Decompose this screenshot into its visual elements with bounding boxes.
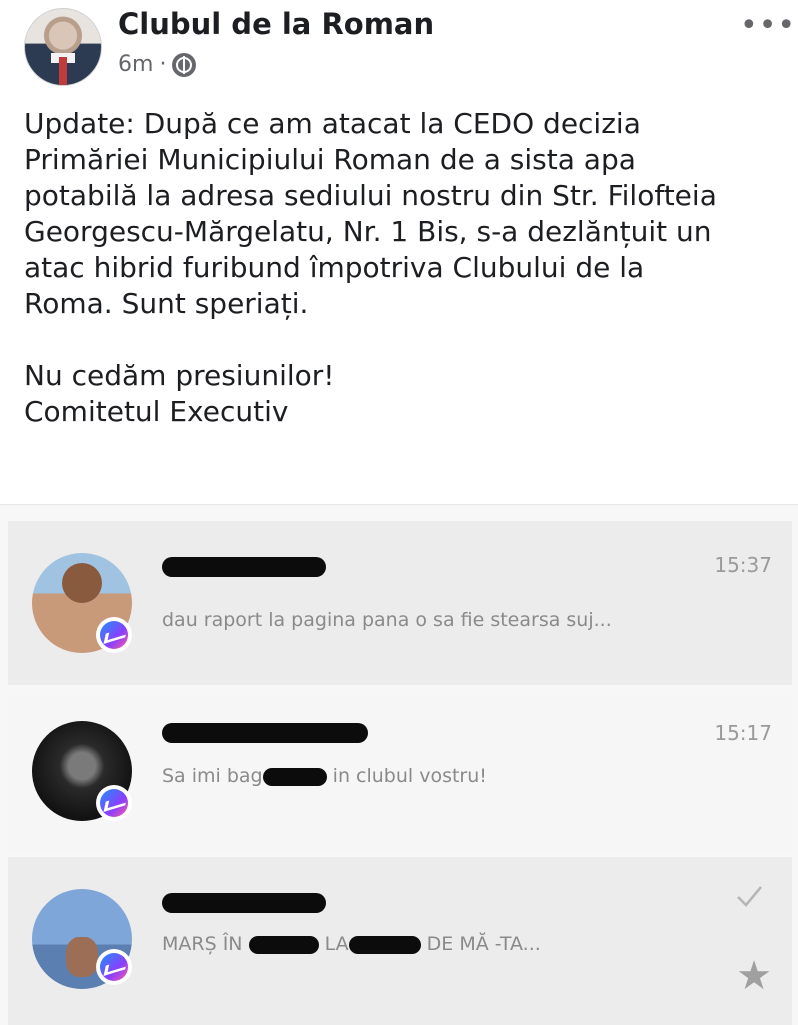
post-line: Update: După ce am atacat la CEDO decizi… [24,107,641,140]
redacted-sender-name [162,557,326,577]
meta-separator: · [159,52,167,77]
preview-text: in clubul vostru! [326,765,487,787]
message-preview: MARȘ ÎN LA DE MĂ -TA... [162,933,541,955]
message-row[interactable]: 15:17 Sa imi bag in clubul vostru! [8,689,792,853]
post-line: Comitetul Executiv [24,395,289,428]
globe-icon [172,52,197,77]
messenger-icon [96,949,132,985]
post-line: Roma. Sunt speriați. [24,287,309,320]
inbox-screenshot: 15:37 dau raport la pagina pana o sa fie… [0,504,798,1025]
post-line: potabilă la adresa sediului nostru din S… [24,179,717,212]
post-line: atac hibrid furibund împotriva Clubului … [24,251,645,284]
avatar-head [62,563,102,603]
preview-text: DE MĂ -TA... [420,933,541,955]
avatar-tie [59,57,67,85]
preview-text: LA [318,933,349,955]
post-line: Primăriei Municipiului Roman de a sista … [24,143,636,176]
redaction [248,935,319,954]
check-icon [734,881,764,911]
redaction [262,767,327,786]
message-time: 15:17 [714,721,772,745]
more-options-button[interactable]: ••• [740,8,796,43]
message-preview: dau raport la pagina pana o sa fie stear… [162,609,612,631]
preview-text: Sa imi bag [162,765,263,787]
post-text: Update: După ce am atacat la CEDO decizi… [24,106,784,430]
preview-text: MARȘ ÎN [162,933,249,955]
star-icon[interactable]: ★ [736,953,772,999]
post-time[interactable]: 6m [118,52,153,77]
message-row[interactable]: MARȘ ÎN LA DE MĂ -TA... ★ [8,857,792,1025]
messenger-icon [96,785,132,821]
redacted-sender-name [162,893,326,913]
post-line: Georgescu-Mărgelatu, Nr. 1 Bis, s-a dezl… [24,215,712,248]
redacted-sender-name [162,723,368,743]
message-time: 15:37 [714,553,772,577]
page-avatar[interactable] [24,8,102,86]
avatar-head [66,937,98,977]
message-row[interactable]: 15:37 dau raport la pagina pana o sa fie… [8,521,792,685]
post-meta: 6m · [118,52,197,77]
redaction [348,935,421,954]
post-line: Nu cedăm presiunilor! [24,359,335,392]
message-preview: Sa imi bag in clubul vostru! [162,765,487,787]
page-name[interactable]: Clubul de la Roman [118,7,434,41]
post-header: Clubul de la Roman 6m · ••• [0,0,798,100]
messenger-icon [96,617,132,653]
